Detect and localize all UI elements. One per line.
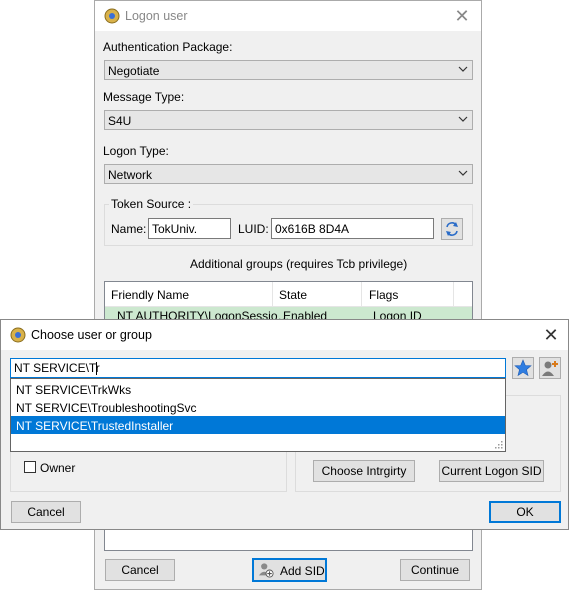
user-add-icon <box>542 361 558 376</box>
app-icon <box>10 327 26 343</box>
app-icon <box>104 8 120 24</box>
message-type-label: Message Type: <box>103 90 185 104</box>
chevron-down-icon <box>458 170 468 176</box>
choose-integrity-button[interactable]: Choose Intrgirty <box>313 460 415 482</box>
choose-title-bar: Choose user or group ✕ <box>1 320 568 350</box>
auth-package-label: Authentication Package: <box>103 40 233 54</box>
add-sid-label: Add SID <box>280 564 325 578</box>
list-item-selected[interactable]: NT SERVICE\TrustedInstaller <box>11 416 505 434</box>
chevron-down-icon <box>458 66 468 72</box>
choose-title: Choose user or group <box>31 328 152 342</box>
continue-button[interactable]: Continue <box>400 559 470 581</box>
choose-user-dialog: Choose user or group ✕ Owner Choose Intr… <box>0 319 569 530</box>
favorite-button[interactable] <box>512 357 534 379</box>
logon-type-select[interactable]: Network <box>104 164 473 184</box>
refresh-luid-button[interactable] <box>441 218 463 240</box>
search-input[interactable]: NT SERVICE\Tr <box>10 358 506 378</box>
name-label: Name: <box>111 222 147 236</box>
list-header: Friendly Name State Flags <box>105 282 472 307</box>
auth-package-value: Negotiate <box>108 64 160 78</box>
close-icon[interactable]: ✕ <box>451 5 473 27</box>
token-name-field[interactable]: TokUniv. <box>148 218 231 239</box>
user-add-icon <box>258 563 274 578</box>
choose-cancel-button[interactable]: Cancel <box>11 501 81 523</box>
column-header-flags[interactable]: Flags <box>369 288 398 302</box>
owner-label: Owner <box>40 461 76 475</box>
resize-grip-icon[interactable] <box>493 439 503 449</box>
token-source-label: Token Source : <box>109 197 194 211</box>
logon-type-value: Network <box>108 168 153 182</box>
ok-button[interactable]: OK <box>489 501 561 523</box>
groups-caption: Additional groups (requires Tcb privileg… <box>190 257 408 271</box>
suggestion-dropdown[interactable]: NT SERVICE\TrkWks NT SERVICE\Troubleshoo… <box>10 378 506 452</box>
current-logon-sid-button[interactable]: Current Logon SID <box>439 460 544 482</box>
select-user-button[interactable] <box>539 357 561 379</box>
message-type-select[interactable]: S4U <box>104 110 473 130</box>
logon-type-label: Logon Type: <box>103 144 169 158</box>
star-icon <box>514 359 532 377</box>
luid-label: LUID: <box>238 222 269 236</box>
luid-field[interactable]: 0x616B 8D4A <box>271 218 434 239</box>
add-sid-button[interactable]: Add SID <box>252 558 327 582</box>
logon-cancel-button[interactable]: Cancel <box>105 559 175 581</box>
list-item[interactable]: NT SERVICE\TrkWks <box>11 380 505 398</box>
refresh-icon <box>446 222 458 236</box>
logon-title-bar: Logon user ✕ <box>95 1 481 31</box>
close-icon[interactable]: ✕ <box>540 324 562 346</box>
column-header-state[interactable]: State <box>279 288 307 302</box>
logon-title: Logon user <box>125 9 188 23</box>
message-type-value: S4U <box>108 114 132 128</box>
text-cursor <box>96 362 97 375</box>
list-item[interactable]: NT SERVICE\TroubleshootingSvc <box>11 398 505 416</box>
chevron-down-icon <box>458 116 468 122</box>
column-header-friendly-name[interactable]: Friendly Name <box>111 288 189 302</box>
owner-checkbox[interactable] <box>24 461 36 473</box>
auth-package-select[interactable]: Negotiate <box>104 60 473 80</box>
